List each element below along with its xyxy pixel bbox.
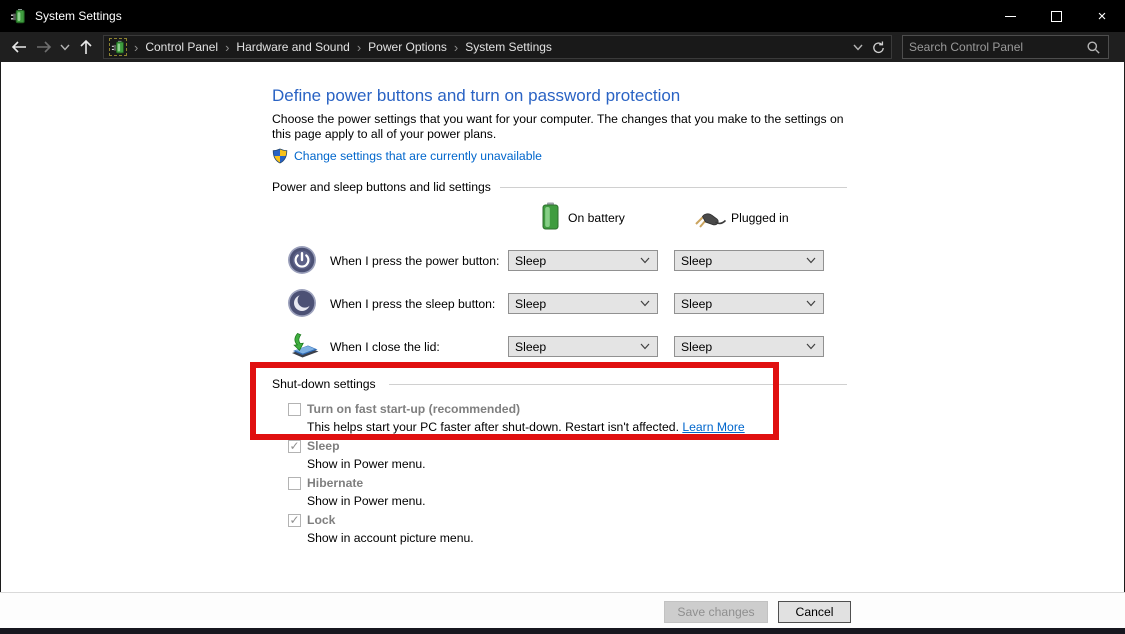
close-icon: × xyxy=(1098,9,1107,24)
checkmark-icon: ✓ xyxy=(289,440,299,452)
change-settings-link[interactable]: Change settings that are currently unava… xyxy=(294,149,542,163)
sleep-label: Sleep xyxy=(307,439,340,453)
select-value: Sleep xyxy=(681,297,712,311)
search-icon[interactable] xyxy=(1086,40,1101,55)
breadcrumb-separator: › xyxy=(350,40,368,55)
forward-button[interactable] xyxy=(31,34,56,60)
breadcrumb-separator: › xyxy=(447,40,465,55)
hibernate-checkbox[interactable] xyxy=(288,477,301,490)
save-changes-button[interactable]: Save changes xyxy=(664,601,768,623)
search-input[interactable] xyxy=(903,40,1086,54)
power-options-app-icon xyxy=(10,8,26,24)
page-title: Define power buttons and turn on passwor… xyxy=(272,86,680,106)
minimize-button[interactable] xyxy=(987,0,1033,32)
select-value: Sleep xyxy=(515,297,546,311)
select-value: Sleep xyxy=(681,340,712,354)
chevron-down-icon xyxy=(806,343,816,350)
maximize-icon xyxy=(1051,11,1062,22)
sleep-checkbox[interactable]: ✓ xyxy=(288,440,301,453)
chevron-down-icon xyxy=(640,300,650,307)
minimize-icon xyxy=(1005,16,1016,17)
breadcrumb-control-panel[interactable]: Control Panel xyxy=(145,40,218,54)
system-settings-window: System Settings × xyxy=(0,0,1125,634)
window-title: System Settings xyxy=(35,9,122,23)
sleep-button-on-battery-select[interactable]: Sleep xyxy=(508,293,658,314)
breadcrumb-separator: › xyxy=(218,40,236,55)
select-value: Sleep xyxy=(515,254,546,268)
chevron-down-icon xyxy=(60,44,70,51)
back-button[interactable] xyxy=(6,34,31,60)
breadcrumb-separator: › xyxy=(127,40,145,55)
power-button-plugged-in-select[interactable]: Sleep xyxy=(674,250,824,271)
sleep-button-row-label: When I press the sleep button: xyxy=(330,297,495,311)
on-battery-header: On battery xyxy=(568,211,625,225)
window-controls: × xyxy=(987,0,1125,32)
recent-pages-button[interactable] xyxy=(56,34,73,60)
chevron-down-icon xyxy=(853,44,863,51)
lock-label: Lock xyxy=(307,513,335,527)
breadcrumb-hardware-and-sound[interactable]: Hardware and Sound xyxy=(236,40,349,54)
sleep-button-plugged-in-select[interactable]: Sleep xyxy=(674,293,824,314)
forward-arrow-icon xyxy=(35,39,53,55)
lock-checkbox[interactable]: ✓ xyxy=(288,514,301,527)
up-arrow-icon xyxy=(78,39,94,56)
address-bar-power-icon xyxy=(109,38,127,56)
address-dropdown-button[interactable] xyxy=(849,34,866,60)
maximize-button[interactable] xyxy=(1033,0,1079,32)
taskbar-edge xyxy=(0,628,1125,634)
admin-link-row: Change settings that are currently unava… xyxy=(272,148,542,164)
close-button[interactable]: × xyxy=(1079,0,1125,32)
breadcrumb-system-settings[interactable]: System Settings xyxy=(465,40,552,54)
navigation-toolbar: › Control Panel › Hardware and Sound › P… xyxy=(0,32,1125,62)
intro-text: Choose the power settings that you want … xyxy=(272,112,854,142)
power-button-on-battery-select[interactable]: Sleep xyxy=(508,250,658,271)
lock-description: Show in account picture menu. xyxy=(307,531,474,545)
sleep-description: Show in Power menu. xyxy=(307,457,426,471)
window-border-left xyxy=(0,62,1,634)
chevron-down-icon xyxy=(640,343,650,350)
select-value: Sleep xyxy=(515,340,546,354)
back-arrow-icon xyxy=(10,39,28,55)
power-button-icon xyxy=(287,245,317,275)
close-lid-on-battery-select[interactable]: Sleep xyxy=(508,336,658,357)
title-bar: System Settings × xyxy=(0,0,1125,32)
refresh-icon xyxy=(871,40,886,55)
up-button[interactable] xyxy=(73,34,98,60)
uac-shield-icon xyxy=(272,148,288,164)
footer-bar xyxy=(0,593,1125,628)
search-box xyxy=(902,35,1109,59)
close-lid-icon xyxy=(288,330,320,360)
chevron-down-icon xyxy=(806,300,816,307)
checkmark-icon: ✓ xyxy=(289,514,299,526)
battery-icon xyxy=(542,202,559,230)
cancel-button[interactable]: Cancel xyxy=(778,601,851,623)
close-lid-plugged-in-select[interactable]: Sleep xyxy=(674,336,824,357)
power-button-row-label: When I press the power button: xyxy=(330,254,499,268)
plug-icon xyxy=(694,208,726,228)
sleep-button-icon xyxy=(287,288,317,318)
power-group-line xyxy=(500,187,847,188)
address-bar[interactable]: › Control Panel › Hardware and Sound › P… xyxy=(103,35,892,59)
annotation-red-box xyxy=(250,362,779,440)
plugged-in-header: Plugged in xyxy=(731,211,789,225)
close-lid-row-label: When I close the lid: xyxy=(330,340,440,354)
hibernate-label: Hibernate xyxy=(307,476,363,490)
breadcrumb-power-options[interactable]: Power Options xyxy=(368,40,447,54)
chevron-down-icon xyxy=(640,257,650,264)
refresh-button[interactable] xyxy=(866,34,891,60)
chevron-down-icon xyxy=(806,257,816,264)
hibernate-description: Show in Power menu. xyxy=(307,494,426,508)
power-group-label: Power and sleep buttons and lid settings xyxy=(272,180,491,194)
select-value: Sleep xyxy=(681,254,712,268)
